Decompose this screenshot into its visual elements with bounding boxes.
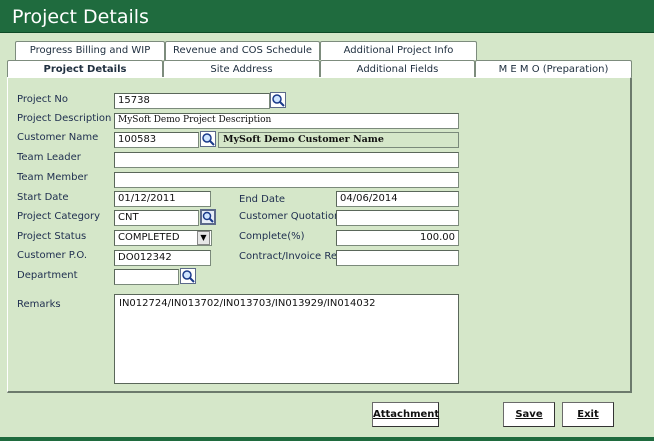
team-member-field[interactable] [114,172,459,188]
contract-invoice-ref-field[interactable] [336,250,459,266]
customer-lookup-button[interactable] [200,131,216,147]
exit-button-label: Exit [577,409,599,420]
start-date-field[interactable]: 01/12/2011 [114,191,211,207]
attachment-button-label: Attachment [373,409,440,420]
customer-po-field[interactable]: DO012342 [114,250,211,266]
project-category-label: Project Category [17,211,101,222]
customer-quotation-field[interactable] [336,210,459,226]
window-title: Project Details [0,0,654,33]
tab-revenue-cos-schedule[interactable]: Revenue and COS Schedule [165,41,320,60]
chevron-down-icon[interactable]: ▼ [197,231,210,245]
magnifier-icon [182,270,195,283]
customer-po-label: Customer P.O. [17,250,88,261]
end-date-label: End Date [239,194,286,205]
team-leader-field[interactable] [114,152,459,168]
complete-percent-field[interactable]: 100.00 [336,230,459,246]
save-button-label: Save [515,409,543,420]
customer-code-field[interactable]: 100583 [114,132,199,148]
contract-invoice-ref-label: Contract/Invoice Ref [239,251,341,262]
department-label: Department [17,270,78,281]
magnifier-icon [202,133,215,146]
remarks-textarea[interactable]: IN012724/IN013702/IN013703/IN013929/IN01… [114,294,459,384]
project-no-lookup-button[interactable] [270,92,286,108]
customer-name-display: MySoft Demo Customer Name [218,132,459,148]
exit-button[interactable]: Exit [562,402,614,427]
magnifier-icon [201,210,215,224]
end-date-field[interactable]: 04/06/2014 [336,191,459,207]
project-description-field[interactable]: MySoft Demo Project Description [114,113,459,129]
remarks-label: Remarks [17,299,61,310]
department-lookup-button[interactable] [180,268,196,284]
team-member-label: Team Member [17,172,88,183]
start-date-label: Start Date [17,192,69,203]
save-button[interactable]: Save [503,402,555,427]
project-category-field[interactable]: CNT [114,210,199,226]
magnifier-icon [272,94,285,107]
customer-quotation-label: Customer Quotation [239,211,341,222]
project-status-label: Project Status [17,231,87,242]
complete-percent-label: Complete(%) [239,231,305,242]
customer-name-label: Customer Name [17,132,99,143]
attachment-button[interactable]: Attachment [372,402,439,427]
tab-progress-billing[interactable]: Progress Billing and WIP [15,41,165,60]
project-category-lookup-button[interactable] [200,209,216,225]
project-no-label: Project No [17,94,68,105]
tab-project-details[interactable]: Project Details [7,60,163,78]
department-field[interactable] [114,269,179,285]
project-description-label: Project Description [17,113,112,124]
window-bottom-border [0,437,654,441]
team-leader-label: Team Leader [17,152,81,163]
project-no-field[interactable]: 15738 [114,93,270,109]
tab-additional-project-info[interactable]: Additional Project Info [320,41,477,60]
